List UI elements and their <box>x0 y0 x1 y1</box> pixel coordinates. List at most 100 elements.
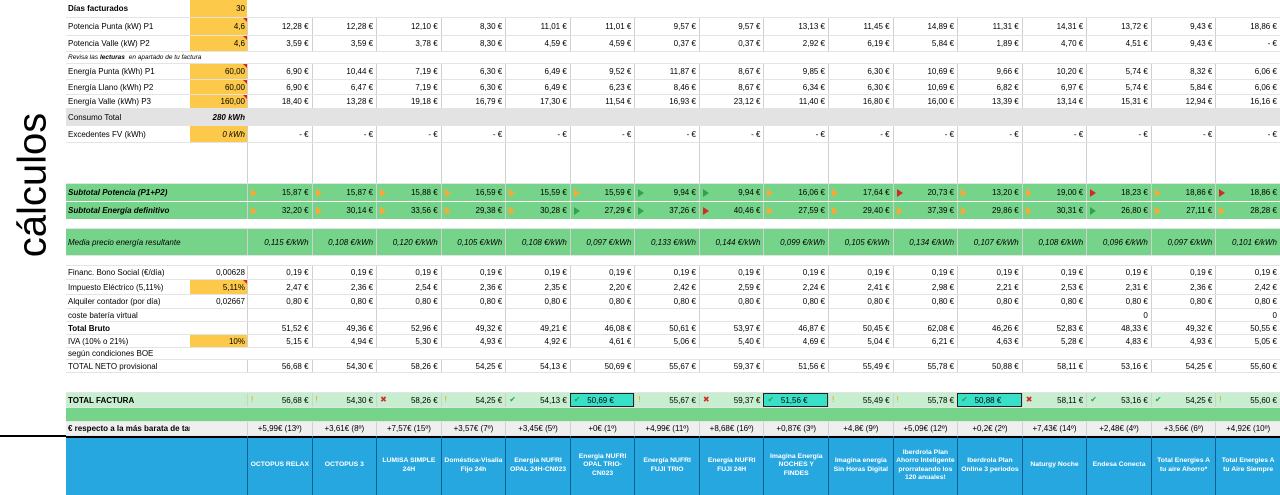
value-text: 37,26 € <box>669 206 696 215</box>
input-cell[interactable]: 0,02667 <box>190 295 247 308</box>
value-cell: 0,133 €/kWh <box>634 229 699 255</box>
value-cell: 8,30 € <box>440 18 506 35</box>
value-text: 50,61 € <box>669 323 696 333</box>
value-text: 6,47 € <box>350 82 374 92</box>
input-cell[interactable]: 60,00 <box>190 64 247 79</box>
value-cell: 8,32 € <box>1150 64 1216 79</box>
value-cell: ! 55,67 € <box>634 393 699 407</box>
value-text: 0,80 € <box>479 297 503 306</box>
value-cell: 28,28 € <box>1215 202 1280 219</box>
input-cell[interactable]: 30 <box>190 0 247 17</box>
value-text: 9,66 € <box>996 67 1019 76</box>
value-text: 2,47 € <box>286 282 309 292</box>
flag-orange-icon <box>896 206 903 215</box>
spacer-cell <box>634 143 699 183</box>
flag-orange-icon <box>380 188 387 197</box>
value-cell: 30,31 € <box>1021 202 1087 219</box>
value-cell: 6,30 € <box>440 64 506 79</box>
value-text: 53,16 € <box>1121 361 1148 371</box>
value-text: 46,08 € <box>604 323 632 333</box>
value-cell: 50,61 € <box>634 322 699 334</box>
value-cell: 6,06 € <box>1215 64 1280 79</box>
value-text: 26,80 € <box>1121 206 1148 215</box>
row-label: Impuesto Eléctrico (5,11%) <box>68 282 164 292</box>
value-text: 54,25 € <box>475 361 503 371</box>
input-cell[interactable]: 10% <box>190 335 247 347</box>
value-text: 0,80 € <box>1254 297 1277 306</box>
value-cell: 10,20 € <box>1021 64 1087 79</box>
value-text: 4,94 € <box>350 336 374 346</box>
value-cell: 5,40 € <box>698 335 764 347</box>
row-en_llano: Energía Llano (kWh) P2 60,00 6,90 € 6,47 € 7… <box>66 80 1280 95</box>
value-text: +3,45€ (5º) <box>518 424 558 433</box>
value-text: 11,01 € <box>605 22 632 31</box>
flag-orange-icon <box>1025 206 1032 215</box>
value-text: 5,84 € <box>1190 82 1213 92</box>
value-text: 59,37 € <box>733 361 761 371</box>
input-cell[interactable]: 60,00 <box>190 80 247 94</box>
value-text: 13,28 € <box>346 97 374 106</box>
value-text: 16,06 € <box>798 188 826 197</box>
row-iva: IVA (10% o 21%) 10% 5,15 € 4,94 € 5,30 € 4,93… <box>66 335 1280 348</box>
input-cell[interactable]: 4,6 <box>190 36 247 51</box>
value-cell: 15,59 € <box>569 184 635 201</box>
value-cell <box>634 309 699 321</box>
value-cell: 46,87 € <box>763 322 828 334</box>
value-cell: 18,86 € <box>1215 184 1280 201</box>
value-cell: 52,83 € <box>1021 322 1087 334</box>
value-cell: 16,59 € <box>440 184 506 201</box>
value-cell: +4,92€ (10º) <box>1215 422 1280 435</box>
value-text: 0,19 € <box>544 268 567 277</box>
value-cell: 0,19 € <box>311 266 377 279</box>
input-cell[interactable]: 4,6 <box>190 18 247 35</box>
value-text: 37,39 € <box>927 206 955 215</box>
row-label: TOTAL FACTURA <box>68 395 135 405</box>
value-text: 19,00 € <box>1056 188 1084 197</box>
value-cell: 11,01 € <box>505 18 570 35</box>
value-cell: 7,19 € <box>376 80 441 94</box>
value-cell: 0,80 € <box>698 295 764 308</box>
value-cell: 0,115 €/kWh <box>247 229 312 255</box>
value-text: 15,88 € <box>410 188 438 197</box>
value-text: 16,79 € <box>475 97 503 106</box>
value-text: - € <box>557 129 567 139</box>
value-text: 0,105 €/kWh <box>844 237 890 247</box>
value-text: 0,19 € <box>415 268 438 277</box>
value-cell: - € <box>1086 126 1151 142</box>
value-cell: 0,19 € <box>1086 266 1151 279</box>
value-text: 1,89 € <box>996 39 1019 48</box>
value-text: 6,30 € <box>867 82 890 92</box>
value-text: 8,30 € <box>479 22 503 31</box>
value-cell: 16,93 € <box>634 95 699 108</box>
value-text: 54,25 € <box>1185 395 1213 405</box>
row-providers: OCTOPUS RELAX OCTOPUS 3 LUMISA SIMPLE 24H D… <box>66 436 1280 495</box>
row-neto: TOTAL NETO provisional 56,68 € 54,30 € 58,2… <box>66 360 1280 373</box>
input-cell[interactable]: 160,00 <box>190 95 247 108</box>
value-cell: 20,73 € <box>892 184 958 201</box>
value-text: 13,72 € <box>1121 22 1148 31</box>
provider-name: OCTOPUS 3 <box>311 436 377 495</box>
row-label: Días facturados <box>68 4 129 13</box>
value-cell: 5,06 € <box>634 335 699 347</box>
value-text: 48,33 € <box>1121 323 1148 333</box>
value-cell: +0,87€ (3º) <box>763 422 828 435</box>
value-text: 54,25 € <box>475 395 503 405</box>
provider-name: Imagina energía Sin Horas Digital <box>828 436 893 495</box>
value-text: +3,61€ (8º) <box>324 424 365 433</box>
value-text: 5,74 € <box>1125 67 1148 76</box>
flag-orange-icon <box>1154 188 1161 197</box>
value-text: 0,19 € <box>1190 268 1213 277</box>
spacer-cell <box>440 143 506 183</box>
input-cell[interactable]: 0,00628 <box>190 266 247 279</box>
value-text: 40,46 € <box>733 206 761 215</box>
input-cell[interactable]: 5,11% <box>190 280 247 294</box>
input-cell[interactable]: 0 kWh <box>190 126 247 142</box>
spacer-cell <box>1086 143 1151 183</box>
flag-orange-icon <box>315 206 322 215</box>
value-cell: 50,45 € <box>828 322 893 334</box>
value-cell: ✖ 59,37 € <box>698 393 764 407</box>
value-cell: 16,06 € <box>763 184 828 201</box>
value-text: 2,35 € <box>544 282 567 292</box>
input-cell[interactable]: 280 kWh <box>190 109 247 125</box>
value-text: 50,69 € <box>587 395 614 405</box>
